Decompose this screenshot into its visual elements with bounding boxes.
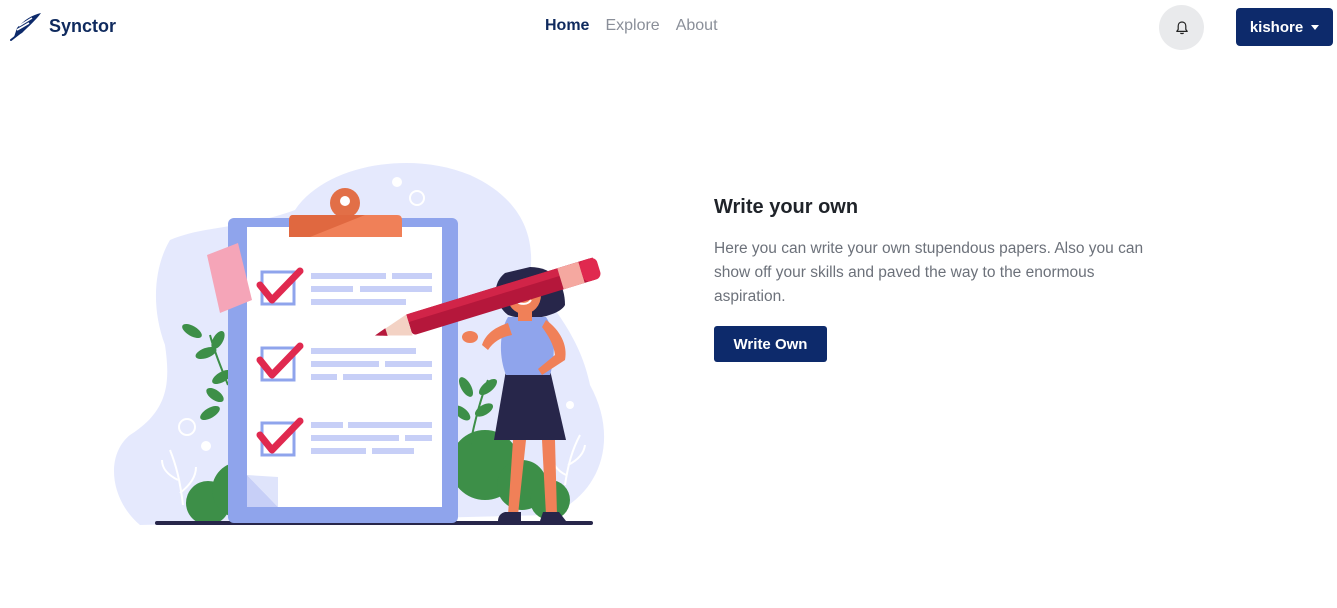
nav-link-explore[interactable]: Explore xyxy=(605,16,659,36)
top-navbar: Synctor Home Explore About kishore xyxy=(0,0,1337,54)
hero-description: Here you can write your own stupendous p… xyxy=(714,240,1144,305)
caret-down-icon xyxy=(1311,24,1320,30)
checklist-illustration xyxy=(113,162,605,525)
hero-title: Write your own xyxy=(714,196,859,218)
notifications-button[interactable] xyxy=(1159,5,1204,50)
quill-logo-icon xyxy=(10,13,41,41)
user-menu-button[interactable]: kishore xyxy=(1236,8,1333,46)
user-name: kishore xyxy=(1249,18,1304,36)
brand-name: Synctor xyxy=(49,15,117,36)
nav-link-about[interactable]: About xyxy=(676,16,718,36)
bell-icon xyxy=(1175,20,1188,34)
nav-link-home[interactable]: Home xyxy=(545,16,589,36)
brand-link[interactable]: Synctor xyxy=(10,10,116,42)
write-own-button[interactable]: Write Own xyxy=(714,326,827,362)
hero-content: Write your own Here you can write your o… xyxy=(714,193,1154,362)
main-nav: Home Explore About xyxy=(545,16,718,36)
